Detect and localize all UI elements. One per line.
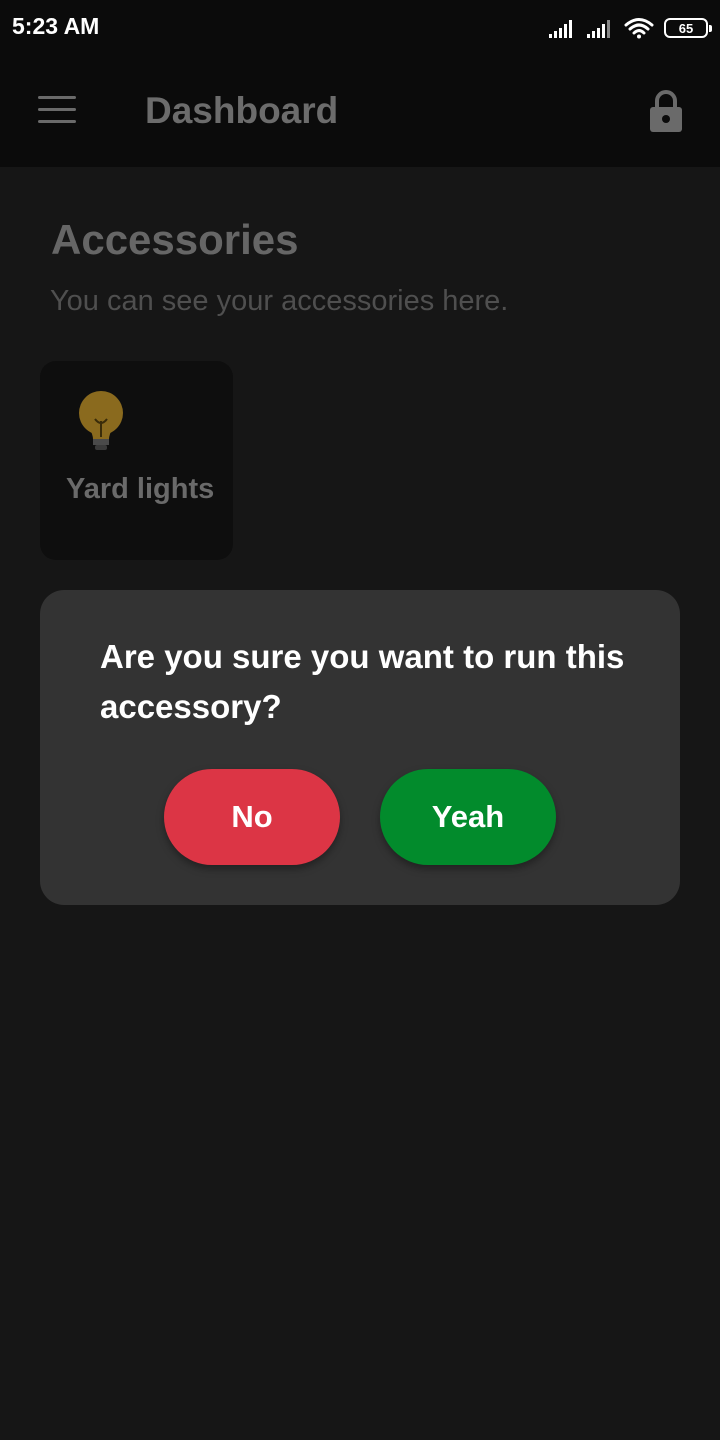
section-subtitle: You can see your accessories here. <box>50 285 509 317</box>
confirm-dialog: Are you sure you want to run this access… <box>40 590 680 905</box>
dialog-message: Are you sure you want to run this access… <box>100 638 625 725</box>
accessory-card[interactable]: Yard lights <box>40 361 233 560</box>
app-bar: Dashboard <box>0 56 720 167</box>
wifi-icon <box>624 18 654 39</box>
battery-icon: 65 <box>664 18 712 38</box>
signal-icon <box>549 20 572 38</box>
no-button[interactable]: No <box>164 769 340 865</box>
bulb-icon <box>79 391 123 450</box>
menu-icon[interactable] <box>38 96 76 124</box>
status-bar: 5:23 AM 65 <box>0 0 720 56</box>
battery-level: 65 <box>678 20 694 36</box>
status-icons: 65 <box>548 14 712 42</box>
section-title: Accessories <box>51 216 299 263</box>
yeah-button[interactable]: Yeah <box>380 769 556 865</box>
accessory-name: Yard lights <box>66 473 215 505</box>
lock-icon[interactable] <box>648 88 684 134</box>
signal-icon <box>587 20 610 38</box>
status-time: 5:23 AM <box>12 13 100 39</box>
page-title: Dashboard <box>145 90 339 131</box>
screen: 5:23 AM 65 Dashboard Accessories You can… <box>0 0 720 1440</box>
